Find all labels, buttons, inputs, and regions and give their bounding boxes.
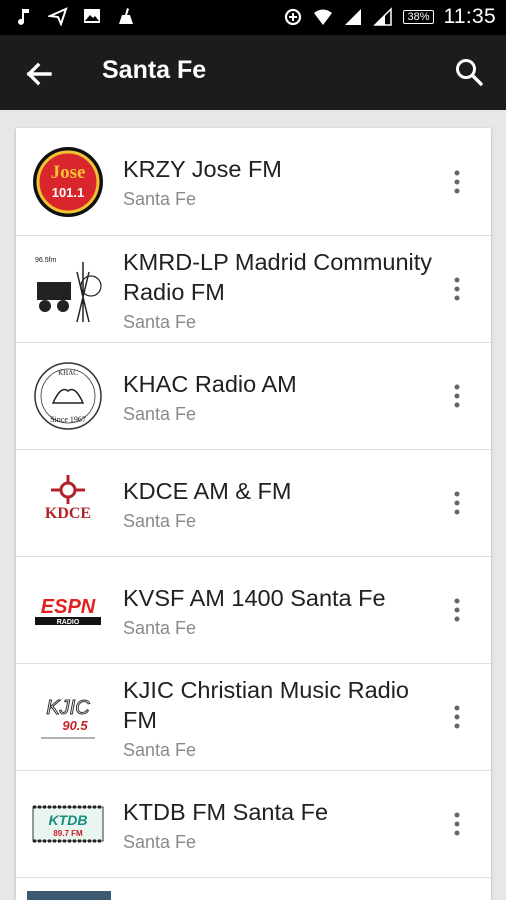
data-saver-icon	[283, 7, 303, 27]
station-name: KMRD-LP Madrid Community Radio FM	[123, 249, 433, 305]
station-location: Santa Fe	[123, 618, 197, 638]
station-location: Santa Fe	[123, 312, 197, 332]
kdce-logo: KDCE	[31, 466, 105, 540]
app-toolbar: Santa Fe	[0, 35, 506, 110]
music-note-icon	[14, 6, 34, 26]
signal-icon-2	[373, 7, 393, 27]
wifi-icon	[313, 7, 333, 27]
svg-text:KTDB: KTDB	[49, 812, 88, 828]
cleaner-icon	[116, 6, 136, 26]
more-vert-icon[interactable]	[445, 165, 469, 199]
more-vert-icon[interactable]	[445, 486, 469, 520]
station-logo-partial	[27, 891, 111, 900]
svg-text:KJIC: KJIC	[46, 697, 90, 719]
station-location: Santa Fe	[123, 189, 197, 209]
status-bar: 38% 11:35	[0, 0, 506, 35]
search-icon[interactable]	[452, 55, 486, 89]
more-vert-icon[interactable]	[445, 807, 469, 841]
more-vert-icon[interactable]	[445, 700, 469, 734]
station-name: KHAC Radio AM	[123, 371, 297, 397]
khac-logo: KHAC Since 1967	[31, 359, 105, 433]
station-name: KTDB FM Santa Fe	[123, 799, 329, 825]
svg-text:KDCE: KDCE	[45, 505, 91, 522]
station-name: KJIC Christian Music Radio FM	[123, 677, 410, 733]
list-item[interactable]: Jose 101.1 KRZY Jose FM Santa Fe	[16, 128, 491, 236]
list-item[interactable]: KDCE KDCE AM & FM Santa Fe	[16, 450, 491, 557]
svg-text:RADIO: RADIO	[57, 619, 80, 626]
send-icon	[48, 6, 68, 26]
station-name: KDCE AM & FM	[123, 478, 292, 504]
station-location: Santa Fe	[123, 404, 197, 424]
list-item[interactable]	[16, 878, 491, 900]
svg-text:ESPN: ESPN	[41, 596, 96, 618]
kmrd-logo: 96.5fm	[31, 252, 105, 326]
svg-text:90.5: 90.5	[62, 718, 88, 733]
image-icon	[82, 6, 102, 26]
station-location: Santa Fe	[123, 511, 197, 531]
svg-text:Since 1967: Since 1967	[50, 415, 86, 424]
more-vert-icon[interactable]	[445, 379, 469, 413]
signal-icon	[343, 7, 363, 27]
svg-text:96.5fm: 96.5fm	[35, 257, 57, 264]
svg-text:KHAC: KHAC	[58, 369, 78, 377]
list-item[interactable]: 96.5fm KMRD-LP Madrid Community Radio FM…	[16, 236, 491, 343]
station-name: KVSF AM 1400 Santa Fe	[123, 585, 386, 611]
station-location: Santa Fe	[123, 740, 197, 760]
clock: 11:35	[443, 5, 496, 28]
list-item[interactable]: ESPN RADIO KVSF AM 1400 Santa Fe Santa F…	[16, 557, 491, 664]
list-item[interactable]: KTDB 89.7 FM KTDB FM Santa Fe Santa Fe	[16, 771, 491, 878]
station-name: KRZY Jose FM	[123, 156, 282, 182]
svg-text:Jose: Jose	[51, 162, 86, 183]
kjic-logo: KJIC 90.5	[31, 680, 105, 754]
battery-icon: 38%	[403, 10, 434, 24]
svg-text:89.7 FM: 89.7 FM	[53, 829, 83, 838]
arrow-back-icon[interactable]	[20, 55, 58, 93]
espn-radio-logo: ESPN RADIO	[31, 573, 105, 647]
station-location: Santa Fe	[123, 832, 197, 852]
station-list: Jose 101.1 KRZY Jose FM Santa Fe 96.5fm …	[16, 128, 491, 900]
ktdb-logo: KTDB 89.7 FM	[31, 787, 105, 861]
page-title: Santa Fe	[102, 56, 207, 84]
svg-text:101.1: 101.1	[52, 185, 85, 200]
more-vert-icon[interactable]	[445, 593, 469, 627]
jose-101-logo: Jose 101.1	[31, 145, 105, 219]
more-vert-icon[interactable]	[445, 272, 469, 306]
list-item[interactable]: KJIC 90.5 KJIC Christian Music Radio FM …	[16, 664, 491, 771]
list-item[interactable]: KHAC Since 1967 KHAC Radio AM Santa Fe	[16, 343, 491, 450]
